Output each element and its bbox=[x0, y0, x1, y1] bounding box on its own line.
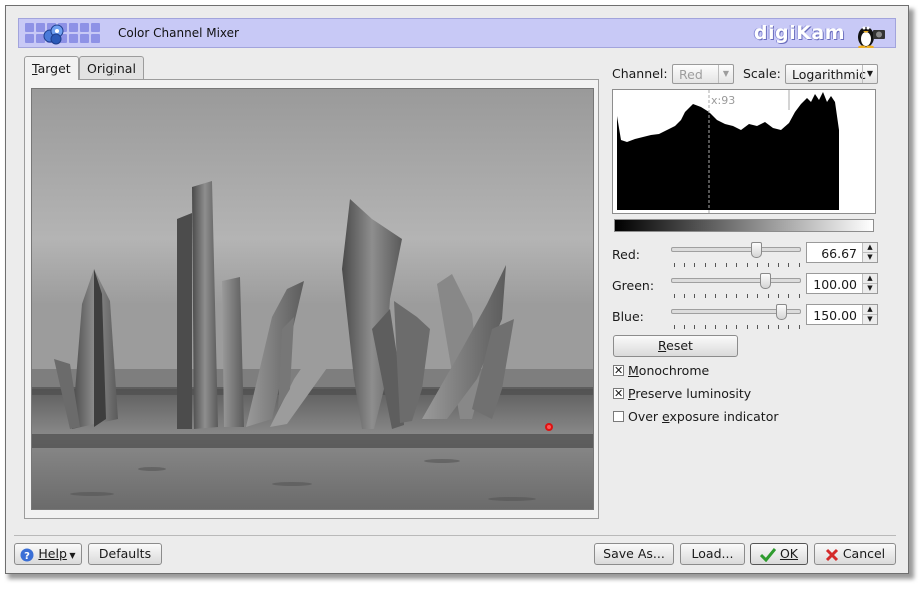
green-slider-ticks bbox=[674, 294, 800, 298]
preview-tab-frame bbox=[24, 79, 599, 519]
green-value-spinbox[interactable]: 100.00 ▲ ▼ bbox=[806, 273, 878, 294]
red-value-spinbox[interactable]: 66.67 ▲ ▼ bbox=[806, 242, 878, 263]
title-banner: Color Channel Mixer digiKam bbox=[18, 18, 896, 48]
cancel-button[interactable]: Cancel bbox=[814, 543, 896, 565]
svg-text:?: ? bbox=[25, 551, 31, 562]
spin-up-icon[interactable]: ▲ bbox=[863, 305, 877, 315]
scale-select[interactable]: Logarithmic ▼ bbox=[785, 64, 878, 84]
red-slider-track[interactable] bbox=[671, 247, 801, 252]
green-slider-track[interactable] bbox=[671, 278, 801, 283]
blue-slider-ticks bbox=[674, 325, 800, 329]
save-as-button[interactable]: Save As... bbox=[594, 543, 674, 565]
help-button[interactable]: ? Help ▼ bbox=[14, 543, 82, 565]
blue-value-spinbox[interactable]: 150.00 ▲ ▼ bbox=[806, 304, 878, 325]
preserve-luminosity-label: Preserve luminosity bbox=[628, 386, 752, 401]
spin-down-icon[interactable]: ▼ bbox=[863, 253, 877, 263]
histogram-widget[interactable]: x:93 bbox=[612, 89, 876, 214]
monochrome-checkbox[interactable]: ✕ bbox=[613, 365, 624, 376]
cancel-icon bbox=[825, 548, 838, 561]
scale-label: Scale: bbox=[743, 66, 781, 81]
over-exposure-checkbox[interactable] bbox=[613, 411, 624, 422]
spin-down-icon[interactable]: ▼ bbox=[863, 315, 877, 325]
spin-up-icon[interactable]: ▲ bbox=[863, 243, 877, 253]
help-menu-arrow-icon: ▼ bbox=[66, 551, 76, 560]
defaults-button[interactable]: Defaults bbox=[88, 543, 162, 565]
banner-pattern bbox=[25, 23, 105, 45]
over-exposure-label: Over exposure indicator bbox=[628, 409, 779, 424]
preview-image[interactable] bbox=[31, 88, 594, 510]
red-slider-ticks bbox=[674, 263, 800, 267]
footer-separator bbox=[14, 535, 896, 536]
green-slider-thumb[interactable] bbox=[760, 273, 771, 289]
chevron-down-icon: ▼ bbox=[718, 65, 733, 83]
tab-original[interactable]: Original bbox=[79, 56, 144, 79]
blue-slider-thumb[interactable] bbox=[776, 304, 787, 320]
red-mixer-label: Red: bbox=[612, 247, 640, 262]
histogram-cursor-label: x:93 bbox=[711, 94, 735, 107]
color-channel-mixer-icon bbox=[43, 24, 64, 45]
preserve-luminosity-checkbox[interactable]: ✕ bbox=[613, 388, 624, 399]
channel-select[interactable]: Red ▼ bbox=[672, 64, 734, 84]
tux-penguin-icon bbox=[858, 26, 885, 48]
blue-mixer-label: Blue: bbox=[612, 309, 644, 324]
digikam-logo-text: digiKam bbox=[753, 22, 845, 44]
chevron-down-icon: ▼ bbox=[862, 65, 877, 83]
reset-button[interactable]: Reset bbox=[613, 335, 738, 357]
channel-label: Channel: bbox=[612, 66, 668, 81]
monochrome-label: Monochrome bbox=[628, 363, 710, 378]
spin-down-icon[interactable]: ▼ bbox=[863, 284, 877, 294]
help-icon: ? bbox=[20, 548, 34, 562]
spin-up-icon[interactable]: ▲ bbox=[863, 274, 877, 284]
histogram-gradient-bar bbox=[614, 219, 874, 232]
ok-button[interactable]: OK bbox=[750, 543, 808, 565]
histogram-fill bbox=[617, 92, 839, 210]
green-mixer-label: Green: bbox=[612, 278, 655, 293]
check-icon bbox=[759, 547, 776, 562]
tab-target[interactable]: Target bbox=[24, 56, 79, 80]
dialog-title: Color Channel Mixer bbox=[118, 26, 239, 40]
load-button[interactable]: Load... bbox=[680, 543, 745, 565]
red-slider-thumb[interactable] bbox=[751, 242, 762, 258]
